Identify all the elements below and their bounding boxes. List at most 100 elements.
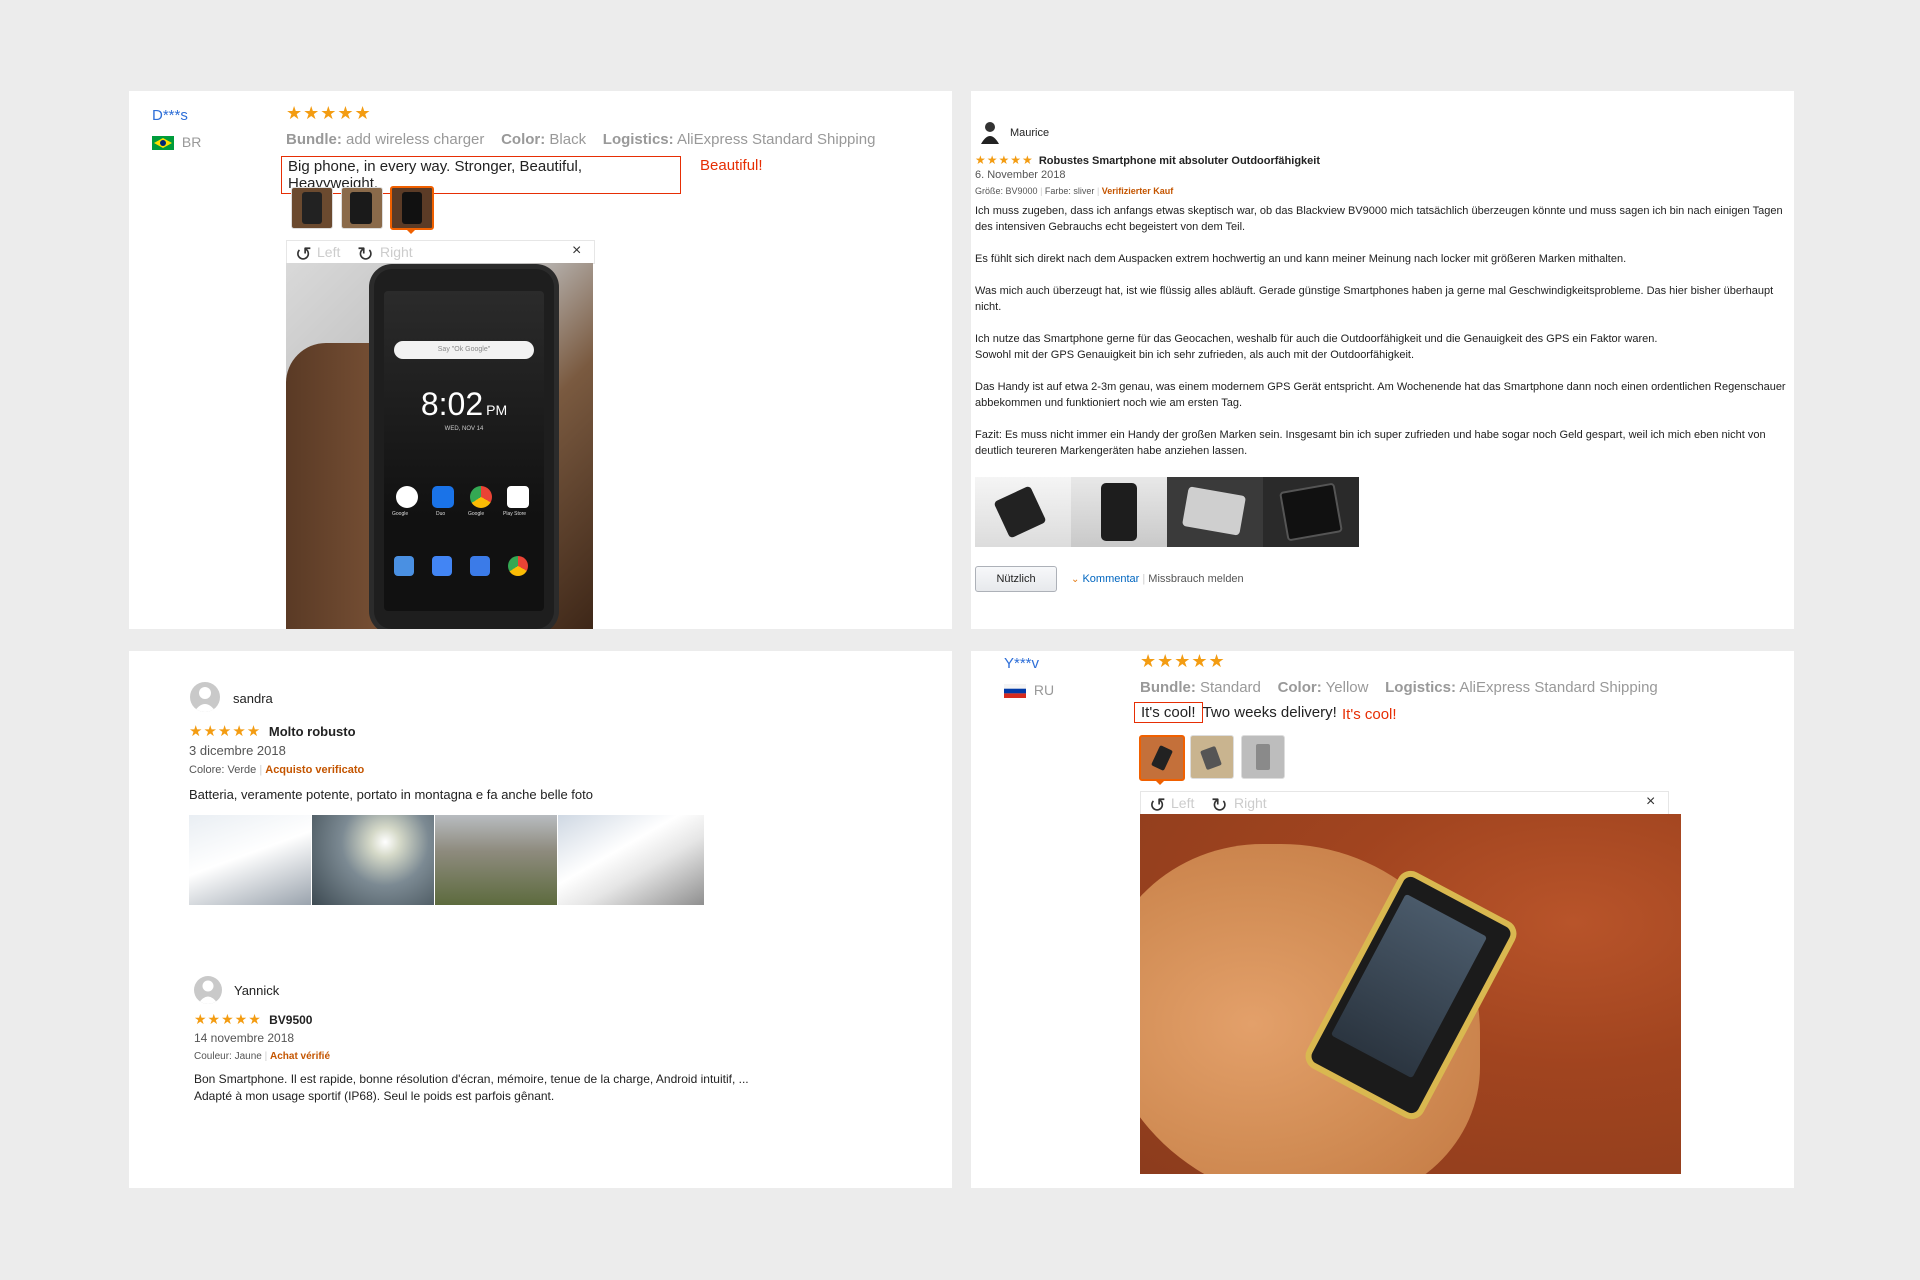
phone-screen: Say "Ok Google" 8:02 PM WED, NOV 14 Googl… xyxy=(384,291,544,611)
verified-purchase-badge: Achat vérifié xyxy=(270,1051,331,1062)
review-rest: Two weeks delivery! xyxy=(1202,704,1337,721)
review-panel-amazon-it-fr: sandra ★★★★★ Molto robusto 3 dicembre 20… xyxy=(129,651,952,1188)
purchase-meta: Größe: BV9000 | Farbe: sliver | Verifizi… xyxy=(975,186,1174,196)
image-rotate-toolbar: ↺ Left ↻ Right × xyxy=(1140,791,1669,817)
review-photo-2[interactable] xyxy=(1071,477,1167,547)
google-search-bar: Say "Ok Google" xyxy=(394,341,534,359)
close-icon[interactable]: × xyxy=(1646,793,1655,811)
bundle-value: Standard xyxy=(1200,679,1261,696)
duo-app-icon xyxy=(432,486,454,508)
order-meta: Bundle: add wireless charger Color: Blac… xyxy=(286,131,875,148)
review-photo-3[interactable] xyxy=(1167,477,1263,547)
star-rating: ★★★★★ xyxy=(975,153,1034,167)
star-rating: ★★★★★ xyxy=(286,103,372,123)
reviewer-name[interactable]: Yannick xyxy=(234,983,279,998)
review-photo-thumb-3[interactable] xyxy=(1241,735,1285,779)
review-panel-aliexpress-ru: Y***v RU ★★★★★ Bundle: Standard Color: Y… xyxy=(971,651,1794,1188)
color-label: Color: xyxy=(501,131,546,148)
color-value: Black xyxy=(549,131,587,148)
review-photo-1[interactable] xyxy=(975,477,1071,547)
phone-app-icon xyxy=(394,556,414,576)
user-portrait-icon xyxy=(981,122,999,144)
star-rating: ★★★★★ xyxy=(194,1011,262,1027)
star-rating: ★★★★★ xyxy=(189,723,262,740)
clock-ampm: PM xyxy=(486,402,508,418)
review-photo-thumb-1[interactable] xyxy=(291,187,333,229)
purchase-meta: Couleur: Jaune | Achat vérifié xyxy=(194,1051,331,1062)
clock-date: WED, NOV 14 xyxy=(444,426,484,432)
review-photo-4[interactable] xyxy=(558,815,704,905)
phone-body: Say "Ok Google" 8:02 PM WED, NOV 14 Googl… xyxy=(374,269,554,629)
review-paragraph-1: Ich muss zugeben, dass ich anfangs etwas… xyxy=(975,205,1783,233)
bundle-value: add wireless charger xyxy=(346,131,485,148)
google-app-icon xyxy=(396,486,418,508)
review-photo-thumb-2[interactable] xyxy=(1190,735,1234,779)
review-title[interactable]: Robustes Smartphone mit absoluter Outdoo… xyxy=(1039,155,1320,167)
helpful-button[interactable]: Nützlich xyxy=(975,566,1057,592)
clock-display: 8:02 PM xyxy=(384,386,544,423)
logistics-value: AliExpress Standard Shipping xyxy=(676,131,876,148)
logistics-label: Logistics: xyxy=(1385,679,1456,696)
rotate-left-label[interactable]: Left xyxy=(1171,795,1194,811)
review-paragraph-2: Es fühlt sich direkt nach dem Auspacken … xyxy=(975,253,1627,265)
annotation-label: Beautiful! xyxy=(700,157,763,174)
review-paragraph-5: Das Handy ist auf etwa 2-3m genau, was e… xyxy=(975,381,1786,409)
review-photo-large xyxy=(1140,814,1681,1174)
default-avatar-icon xyxy=(194,687,216,712)
google-chrome-app-icon xyxy=(470,486,492,508)
selected-thumb-pointer xyxy=(1154,779,1166,785)
annotation-label: It's cool! xyxy=(1342,706,1397,723)
default-avatar-icon xyxy=(198,980,218,1004)
review-photo-3[interactable] xyxy=(435,815,557,905)
dock-row xyxy=(394,556,534,578)
comment-link[interactable]: Kommentar xyxy=(1082,573,1139,585)
logistics-label: Logistics: xyxy=(602,131,674,148)
review-title[interactable]: Molto robusto xyxy=(269,724,356,739)
review-photo-large: Say "Ok Google" 8:02 PM WED, NOV 14 Googl… xyxy=(286,263,593,629)
review-photo-4[interactable] xyxy=(1263,477,1359,547)
reviewer-name[interactable]: Y***v xyxy=(1004,655,1039,672)
color-value: Farbe: sliver xyxy=(1044,186,1095,196)
comment-link-wrap: ⌄ Kommentar | Missbrauch melden xyxy=(1071,573,1244,585)
review-photo-thumb-2[interactable] xyxy=(341,187,383,229)
review-date: 6. November 2018 xyxy=(975,169,1066,181)
review-photo-thumb-1-selected[interactable] xyxy=(1139,735,1185,781)
size-value: Größe: BV9000 xyxy=(975,186,1038,196)
bundle-label: Bundle: xyxy=(1140,679,1196,696)
review-title[interactable]: BV9500 xyxy=(269,1013,312,1027)
color-value: Yellow xyxy=(1325,679,1369,696)
play-store-app-icon xyxy=(507,486,529,508)
rotate-right-label[interactable]: Right xyxy=(1234,795,1267,811)
color-label: Color: xyxy=(1277,679,1322,696)
review-panel-amazon-de: Maurice ★★★★★ Robustes Smartphone mit ab… xyxy=(971,91,1794,629)
review-photo-thumb-3-selected[interactable] xyxy=(390,186,434,230)
selected-thumb-pointer xyxy=(405,228,417,234)
review-title-row: ★★★★★ BV9500 xyxy=(194,1011,312,1028)
reviewer-name[interactable]: Maurice xyxy=(1010,127,1049,139)
rotate-right-label[interactable]: Right xyxy=(380,244,413,260)
star-rating: ★★★★★ xyxy=(1140,651,1226,671)
app-label-3: Google xyxy=(468,511,485,517)
review-date: 14 novembre 2018 xyxy=(194,1031,295,1045)
country-code: RU xyxy=(1033,682,1055,698)
brazil-flag-icon xyxy=(152,136,174,151)
verified-purchase-badge: Verifizierter Kauf xyxy=(1101,186,1174,196)
rotate-left-label[interactable]: Left xyxy=(317,244,340,260)
close-icon[interactable]: × xyxy=(572,242,581,260)
review-text: Batteria, veramente potente, portato in … xyxy=(189,787,593,802)
review-paragraph-3: Was mich auch überzeugt hat, ist wie flü… xyxy=(975,285,1774,313)
image-rotate-toolbar: ↺ Left ↻ Right × xyxy=(286,240,595,266)
app-label-4: Play Store xyxy=(503,511,527,517)
report-abuse-link[interactable]: Missbrauch melden xyxy=(1148,573,1243,585)
review-panel-aliexpress-br: D***s BR ★★★★★ Bundle: add wireless char… xyxy=(129,91,952,629)
review-paragraph-4: Ich nutze das Smartphone gerne für das G… xyxy=(975,333,1658,361)
review-text-line-2: Adapté à mon usage sportif (IP68). Seul … xyxy=(194,1089,555,1103)
reviewer-country: BR xyxy=(152,134,201,151)
reviewer-name[interactable]: sandra xyxy=(233,691,273,706)
review-photo-2[interactable] xyxy=(312,815,434,905)
review-photo-1[interactable] xyxy=(189,815,311,905)
reviewer-name[interactable]: D***s xyxy=(152,107,188,124)
logistics-value: AliExpress Standard Shipping xyxy=(1459,679,1658,696)
avatar xyxy=(194,976,222,1004)
search-hint-text: Say "Ok Google" xyxy=(437,346,491,353)
